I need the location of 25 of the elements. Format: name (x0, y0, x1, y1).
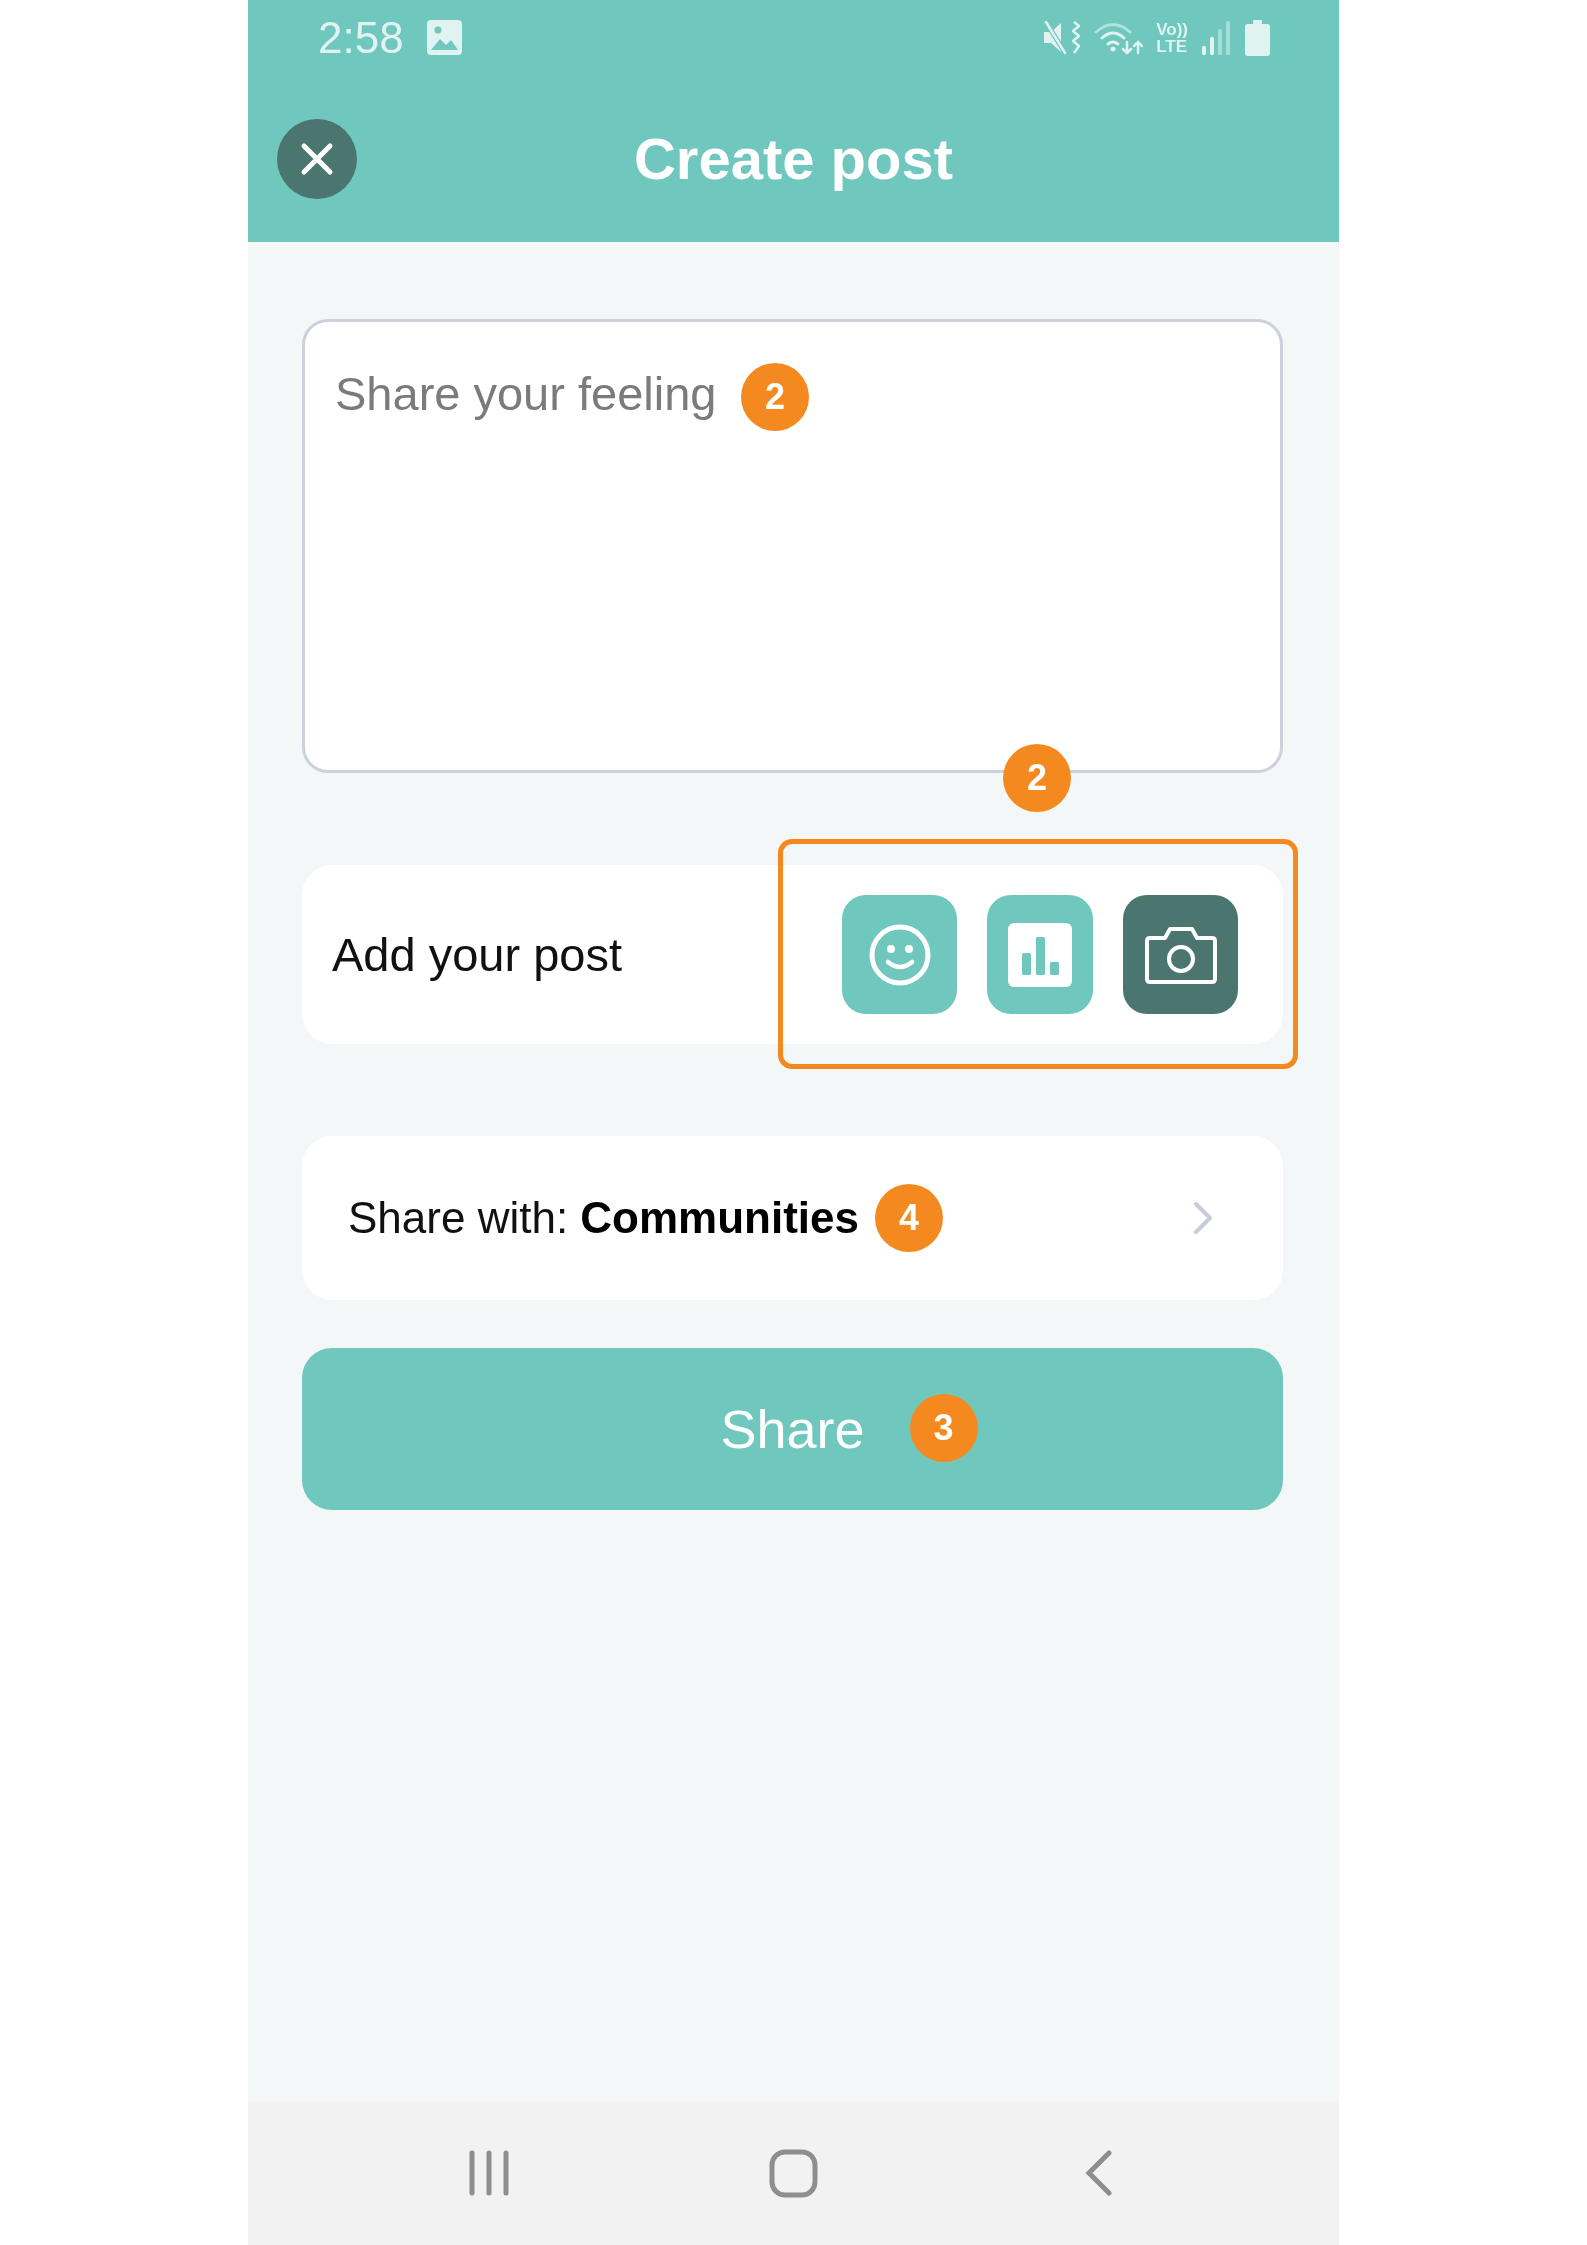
recent-apps-icon[interactable] (467, 2150, 510, 2196)
page-title: Create post (632, 125, 955, 192)
network-label: Vo)) (1156, 20, 1188, 38)
chevron-right-icon (1193, 1201, 1213, 1235)
bar-chart-icon (1008, 922, 1072, 987)
annotation-badge: 2 (1003, 744, 1071, 812)
mute-vibrate-icon (1043, 20, 1082, 55)
battery-icon (1245, 19, 1270, 56)
signal-icon (1201, 20, 1232, 55)
annotation-badge: 3 (909, 1394, 978, 1462)
emoji-button[interactable] (842, 895, 957, 1014)
chart-button[interactable] (987, 895, 1093, 1014)
image-icon (426, 20, 462, 55)
back-icon[interactable] (1085, 2150, 1112, 2196)
network-label: LTE (1156, 37, 1188, 55)
home-icon[interactable] (769, 2148, 818, 2198)
add-post-label: Add your post (332, 927, 622, 982)
smiley-icon (868, 923, 931, 986)
status-time: 2:58 (318, 15, 404, 60)
wifi-icon (1094, 20, 1144, 55)
share-with-button[interactable]: Share with: Communities 4 (302, 1136, 1283, 1300)
close-icon (300, 141, 334, 176)
camera-icon (1143, 924, 1218, 985)
camera-button[interactable] (1123, 895, 1238, 1014)
annotation-badge: 4 (875, 1184, 944, 1252)
